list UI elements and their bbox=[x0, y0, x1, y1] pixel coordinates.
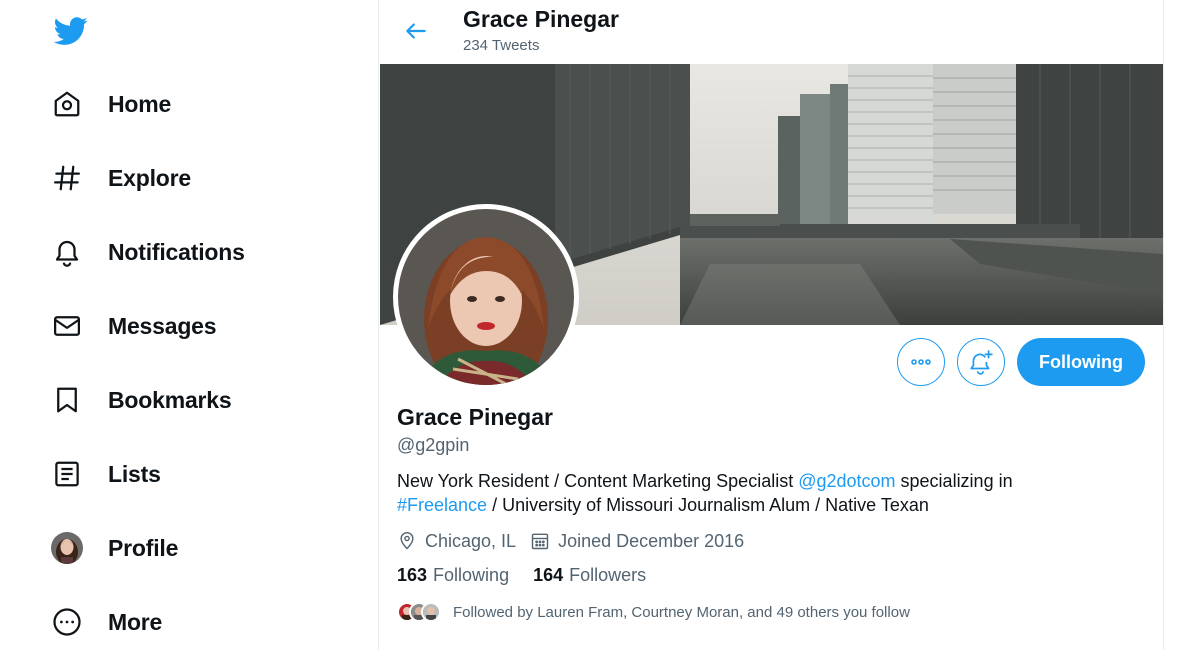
following-count-link[interactable]: 163 Following bbox=[397, 565, 509, 586]
followers-label: Followers bbox=[569, 565, 647, 585]
sidebar-item-label: Home bbox=[108, 90, 172, 117]
avatar-wrapper bbox=[50, 531, 84, 565]
sidebar-nav: Home Explore Notifications Messages Book… bbox=[0, 0, 378, 650]
location-item: Chicago, IL bbox=[397, 531, 516, 552]
profile-column: Grace Pinegar 234 Tweets Following Grace… bbox=[378, 0, 1164, 650]
bell-plus-icon bbox=[970, 350, 993, 375]
back-arrow-icon[interactable] bbox=[399, 14, 433, 48]
following-count: 163 bbox=[397, 565, 428, 585]
profile-bio: New York Resident / Content Marketing Sp… bbox=[397, 469, 1117, 517]
sidebar-item-lists[interactable]: Lists bbox=[50, 452, 161, 496]
followed-by-text: Followed by Lauren Fram, Courtney Moran,… bbox=[453, 603, 910, 621]
profile-name: Grace Pinegar bbox=[397, 404, 553, 430]
bio-text: New York Resident / Content Marketing Sp… bbox=[397, 471, 799, 491]
sidebar-item-bookmarks[interactable]: Bookmarks bbox=[50, 378, 232, 422]
sidebar-item-explore[interactable]: Explore bbox=[50, 156, 191, 200]
sidebar-item-label: Notifications bbox=[108, 238, 245, 265]
following-label: Following bbox=[433, 565, 510, 585]
location-pin-icon bbox=[400, 531, 414, 550]
followers-count-link[interactable]: 164 Followers bbox=[533, 565, 646, 586]
sidebar-item-label: Explore bbox=[108, 164, 191, 191]
twitter-logo-icon[interactable] bbox=[52, 14, 90, 48]
sidebar-item-more[interactable]: More bbox=[50, 600, 162, 644]
profile-meta: Chicago, IL Joined December 2016 bbox=[397, 528, 758, 554]
profile-handle: @g2gpin bbox=[397, 435, 470, 455]
profile-joined: Joined December 2016 bbox=[558, 530, 745, 551]
sidebar-item-profile[interactable]: Profile bbox=[50, 526, 178, 570]
bookmark-icon bbox=[50, 383, 84, 417]
sidebar-item-label: Profile bbox=[108, 534, 179, 561]
sidebar-item-label: Lists bbox=[108, 460, 161, 487]
followed-by-row[interactable]: Followed by Lauren Fram, Courtney Moran,… bbox=[397, 600, 910, 624]
following-button[interactable]: Following bbox=[1017, 338, 1145, 386]
sidebar-item-messages[interactable]: Messages bbox=[50, 304, 217, 348]
joined-item: Joined December 2016 bbox=[530, 531, 744, 552]
calendar-icon bbox=[531, 533, 549, 550]
avatar bbox=[51, 532, 83, 564]
profile-stats: 163 Following 164 Followers bbox=[397, 565, 670, 586]
sidebar-item-notifications[interactable]: Notifications bbox=[50, 230, 245, 274]
sidebar-item-label: More bbox=[108, 608, 163, 635]
profile-avatar[interactable] bbox=[393, 204, 579, 390]
bio-mention-link[interactable]: @g2dotcom bbox=[798, 471, 895, 491]
profile-header-bar: Grace Pinegar 234 Tweets bbox=[379, 0, 1164, 64]
avatar bbox=[421, 602, 441, 622]
notify-button[interactable] bbox=[957, 338, 1005, 386]
tweet-count: 234 Tweets bbox=[463, 37, 540, 54]
sidebar-item-home[interactable]: Home bbox=[50, 82, 171, 126]
hashtag-icon bbox=[50, 161, 84, 195]
followers-count: 164 bbox=[533, 565, 564, 585]
sidebar-item-label: Bookmarks bbox=[108, 386, 232, 413]
bio-text: specializing in bbox=[895, 471, 1013, 491]
more-circle-icon bbox=[50, 605, 84, 639]
envelope-icon bbox=[50, 309, 84, 343]
list-icon bbox=[50, 457, 84, 491]
home-icon bbox=[50, 87, 84, 121]
sidebar-item-label: Messages bbox=[108, 312, 217, 339]
bell-icon bbox=[50, 235, 84, 269]
bio-text: / University of Missouri Journalism Alum… bbox=[487, 495, 929, 515]
page-title: Grace Pinegar bbox=[463, 6, 619, 32]
bio-hashtag-link[interactable]: #Freelance bbox=[397, 495, 487, 515]
profile-location: Chicago, IL bbox=[425, 530, 517, 551]
more-dots-icon bbox=[911, 359, 931, 365]
more-options-button[interactable] bbox=[897, 338, 945, 386]
